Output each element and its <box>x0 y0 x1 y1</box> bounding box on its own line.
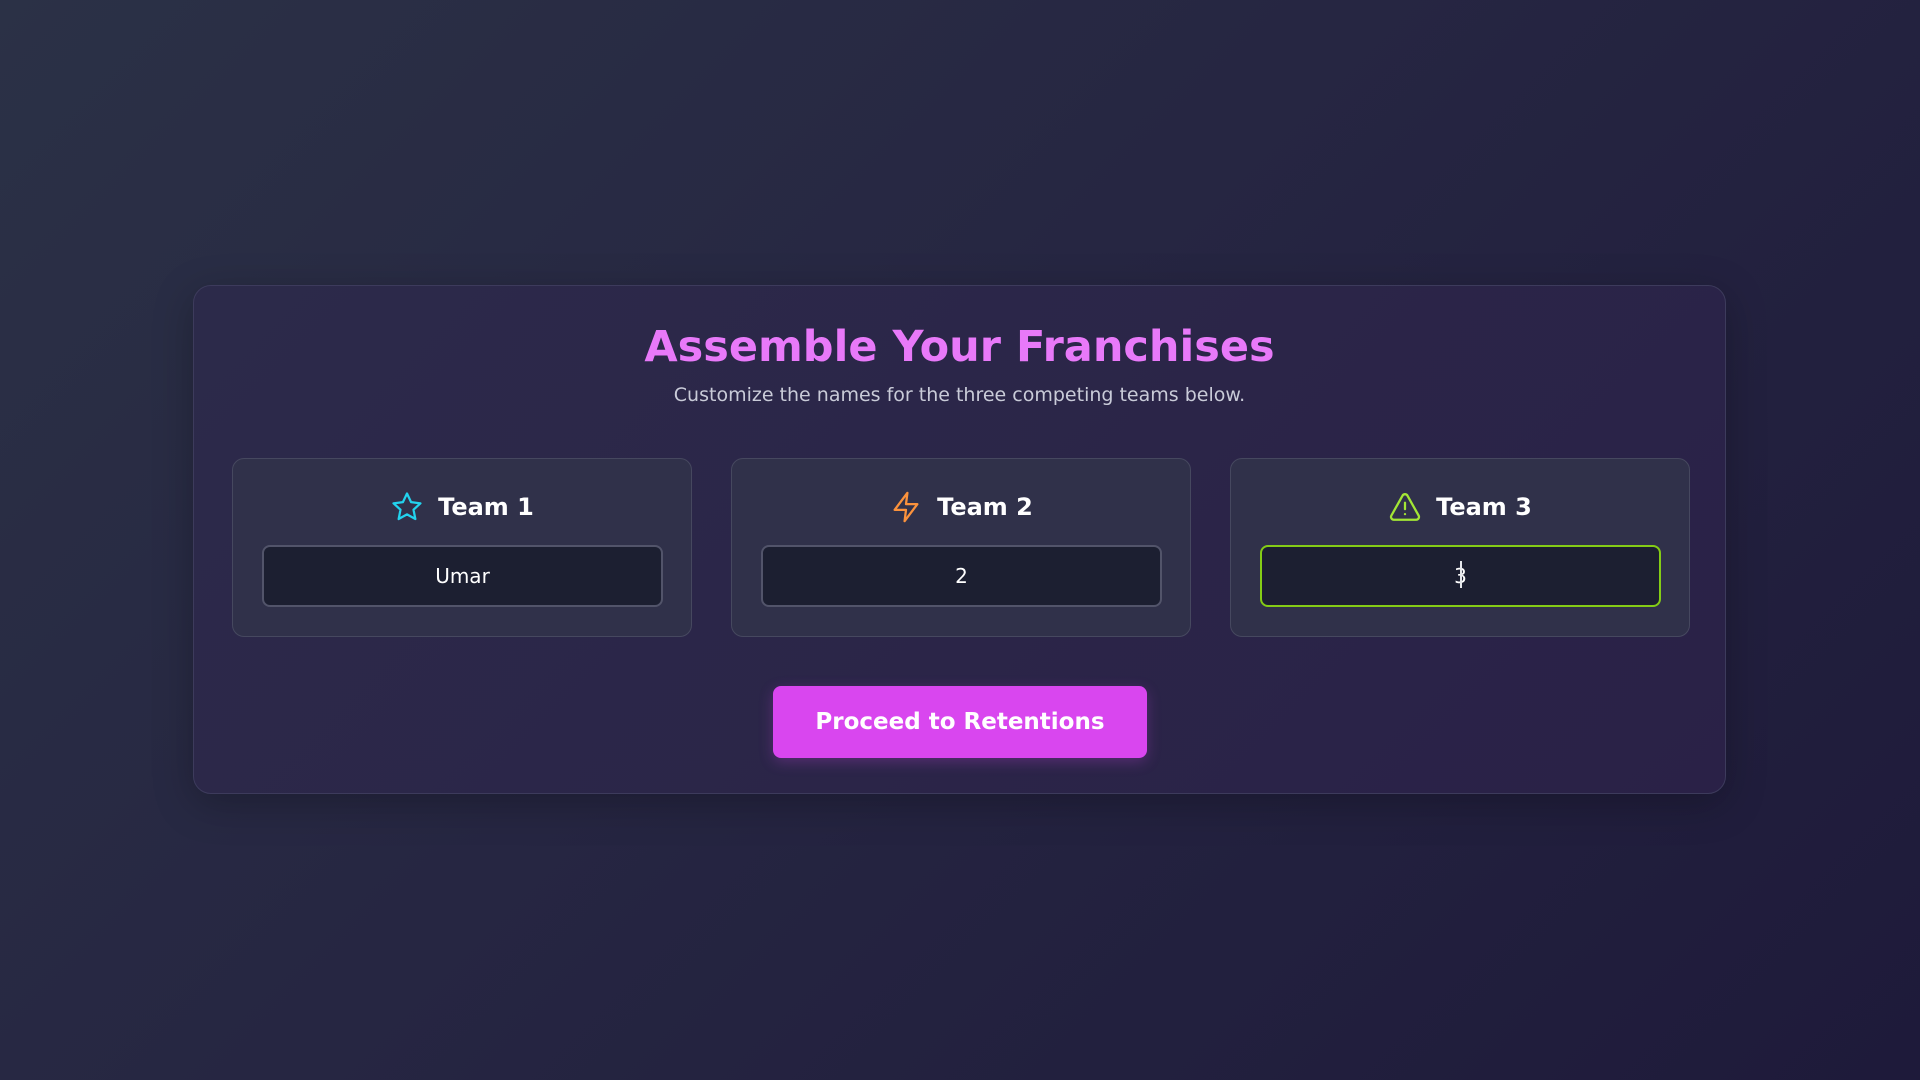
teams-row: Team 1 Team 2 <box>232 458 1690 637</box>
team-card-2: Team 2 <box>731 458 1191 637</box>
team-card-1: Team 1 <box>232 458 692 637</box>
text-caret <box>1460 561 1462 588</box>
team-card-header: Team 3 <box>1231 489 1689 525</box>
team-1-name-input[interactable] <box>262 545 663 607</box>
team-card-header: Team 1 <box>233 489 691 525</box>
team-label: Team 1 <box>438 493 534 521</box>
team-card-header: Team 2 <box>732 489 1190 525</box>
lightning-icon <box>889 490 923 524</box>
page-title: Assemble Your Franchises <box>644 322 1275 372</box>
team-label: Team 2 <box>937 493 1033 521</box>
team-2-name-input[interactable] <box>761 545 1162 607</box>
proceed-to-retentions-button[interactable]: Proceed to Retentions <box>773 686 1147 758</box>
team-card-3: Team 3 <box>1230 458 1690 637</box>
team-setup-panel: Assemble Your Franchises Customize the n… <box>193 285 1726 794</box>
warning-triangle-icon <box>1388 490 1422 524</box>
star-icon <box>390 490 424 524</box>
page-subtitle: Customize the names for the three compet… <box>673 384 1246 406</box>
team-label: Team 3 <box>1436 493 1532 521</box>
